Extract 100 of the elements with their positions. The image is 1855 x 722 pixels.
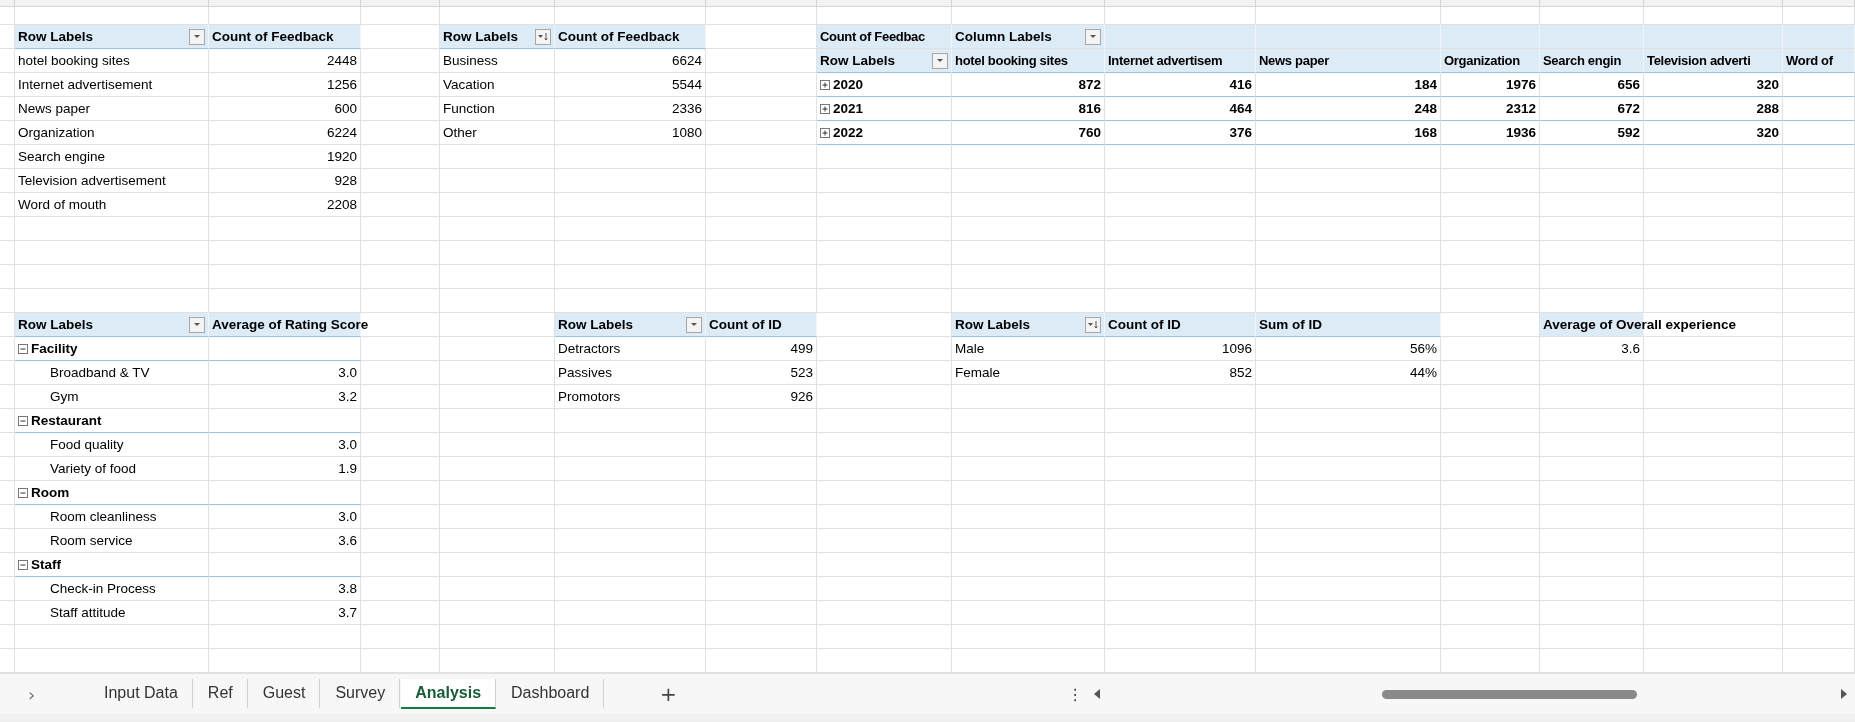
row-label: Organization xyxy=(18,125,95,140)
sheet-tab[interactable]: Input Data xyxy=(90,679,193,709)
cell-value: 1920 xyxy=(326,149,357,164)
column-header-cell[interactable] xyxy=(1256,0,1441,7)
column-header: News paper xyxy=(1259,53,1329,68)
sheet-tab[interactable]: Dashboard xyxy=(497,679,605,709)
scroll-right-icon[interactable] xyxy=(1839,688,1849,700)
add-sheet-button[interactable]: + xyxy=(653,679,684,709)
grid-cell xyxy=(1783,169,1855,193)
column-header-cell[interactable] xyxy=(706,0,817,7)
sheet-tab[interactable]: Survey xyxy=(321,679,401,709)
row-label: Broadband & TV xyxy=(50,365,150,380)
column-header: Television adverti xyxy=(1647,53,1751,68)
grid-cell xyxy=(1783,529,1855,553)
expand-icon[interactable] xyxy=(820,127,830,138)
cell-value: 320 xyxy=(1756,77,1779,92)
grid-cell xyxy=(1783,433,1855,457)
column-header: Row Labels xyxy=(18,317,93,332)
dropdown-button[interactable] xyxy=(189,316,205,333)
cell-value: 2336 xyxy=(671,101,702,116)
dropdown-button[interactable] xyxy=(932,52,948,69)
group-label: Room xyxy=(31,485,70,500)
column-header-cell[interactable] xyxy=(1783,0,1855,7)
cell-value: 872 xyxy=(1078,77,1101,92)
sheet-nav-button[interactable]: › xyxy=(0,679,70,709)
cell-value: 592 xyxy=(1617,125,1640,140)
row-label: Variety of food xyxy=(50,461,137,476)
grid-cell xyxy=(1783,337,1855,361)
grid-cell xyxy=(1783,241,1855,265)
cell-value: 3.8 xyxy=(338,581,357,596)
cell-value: 1096 xyxy=(1221,341,1252,356)
column-header: Row Labels xyxy=(820,53,895,68)
dropdown-button[interactable] xyxy=(1085,28,1101,45)
column-header-cell[interactable] xyxy=(1105,0,1256,7)
column-header-cell[interactable] xyxy=(361,0,440,7)
column-header: hotel booking sites xyxy=(955,53,1068,68)
grid-cell xyxy=(0,265,15,289)
column-header-cell[interactable] xyxy=(1441,0,1540,7)
dropdown-button[interactable] xyxy=(686,316,702,333)
grid-cell xyxy=(0,217,15,241)
column-header: Row Labels xyxy=(18,29,93,44)
dropdown-button[interactable] xyxy=(535,28,551,45)
column-header-cell[interactable] xyxy=(817,0,952,7)
sheet-tab[interactable]: Ref xyxy=(193,679,248,709)
collapse-icon[interactable] xyxy=(18,343,28,354)
sheet-tab[interactable]: Guest xyxy=(248,679,321,709)
column-header: Search engin xyxy=(1543,53,1622,68)
cell-value: 2448 xyxy=(326,53,357,68)
column-header: Row Labels xyxy=(955,317,1030,332)
cell-value: 928 xyxy=(334,173,357,188)
expand-icon[interactable] xyxy=(820,79,830,90)
grid-cell xyxy=(1783,289,1855,313)
column-header: Word of xyxy=(1786,53,1833,68)
collapse-icon[interactable] xyxy=(18,559,28,570)
row-label: hotel booking sites xyxy=(18,53,130,68)
grid-cell xyxy=(0,289,15,313)
row-label: Business xyxy=(443,53,498,68)
sheet-tab[interactable]: Analysis xyxy=(401,679,497,709)
grid-cell xyxy=(1783,457,1855,481)
column-header-cell[interactable] xyxy=(209,0,361,7)
column-header: Organization xyxy=(1444,53,1520,68)
cell-value: 2312 xyxy=(1505,101,1536,116)
cell-value: 760 xyxy=(1078,125,1101,140)
collapse-icon[interactable] xyxy=(18,415,28,426)
cell-value: 184 xyxy=(1414,77,1437,92)
collapse-icon[interactable] xyxy=(18,487,28,498)
column-header-cell[interactable] xyxy=(555,0,706,7)
cell-value: 1976 xyxy=(1505,77,1536,92)
grid-cell xyxy=(1783,361,1855,385)
row-label: Search engine xyxy=(18,149,106,164)
dropdown-button[interactable] xyxy=(189,28,205,45)
row-label: Promotors xyxy=(558,389,621,404)
cell-value: 3.6 xyxy=(1621,341,1640,356)
column-header-cell[interactable] xyxy=(952,0,1105,7)
cell-value: 852 xyxy=(1229,365,1252,380)
cell-value: 816 xyxy=(1078,101,1101,116)
expand-icon[interactable] xyxy=(820,103,830,114)
group-label: Facility xyxy=(31,341,78,356)
cell-value: 1.9 xyxy=(338,461,357,476)
column-header-cell[interactable] xyxy=(1644,0,1783,7)
cell-value: 44% xyxy=(1409,365,1437,380)
scrollbar-thumb[interactable] xyxy=(1382,689,1638,699)
more-options-button[interactable]: ⋮ xyxy=(1066,679,1085,709)
year-label: 2021 xyxy=(833,101,864,116)
column-header-cell[interactable] xyxy=(0,0,15,7)
column-header-cell[interactable] xyxy=(15,0,209,7)
grid-cell xyxy=(1783,409,1855,433)
row-label: Internet advertisement xyxy=(18,77,153,92)
cell-value: 376 xyxy=(1229,125,1252,140)
column-header-cell[interactable] xyxy=(1540,0,1644,7)
row-label: Check-in Process xyxy=(50,581,156,596)
column-header: Count of ID xyxy=(1108,317,1181,332)
grid-cell xyxy=(1783,145,1855,169)
column-header-cell[interactable] xyxy=(440,0,555,7)
scroll-left-icon[interactable] xyxy=(1092,688,1103,700)
cell-value: 3.0 xyxy=(338,365,357,380)
cell-value: 3.0 xyxy=(338,437,357,452)
dropdown-button[interactable] xyxy=(1085,316,1101,333)
row-label: Room service xyxy=(50,533,133,548)
row-label: Function xyxy=(443,101,495,116)
